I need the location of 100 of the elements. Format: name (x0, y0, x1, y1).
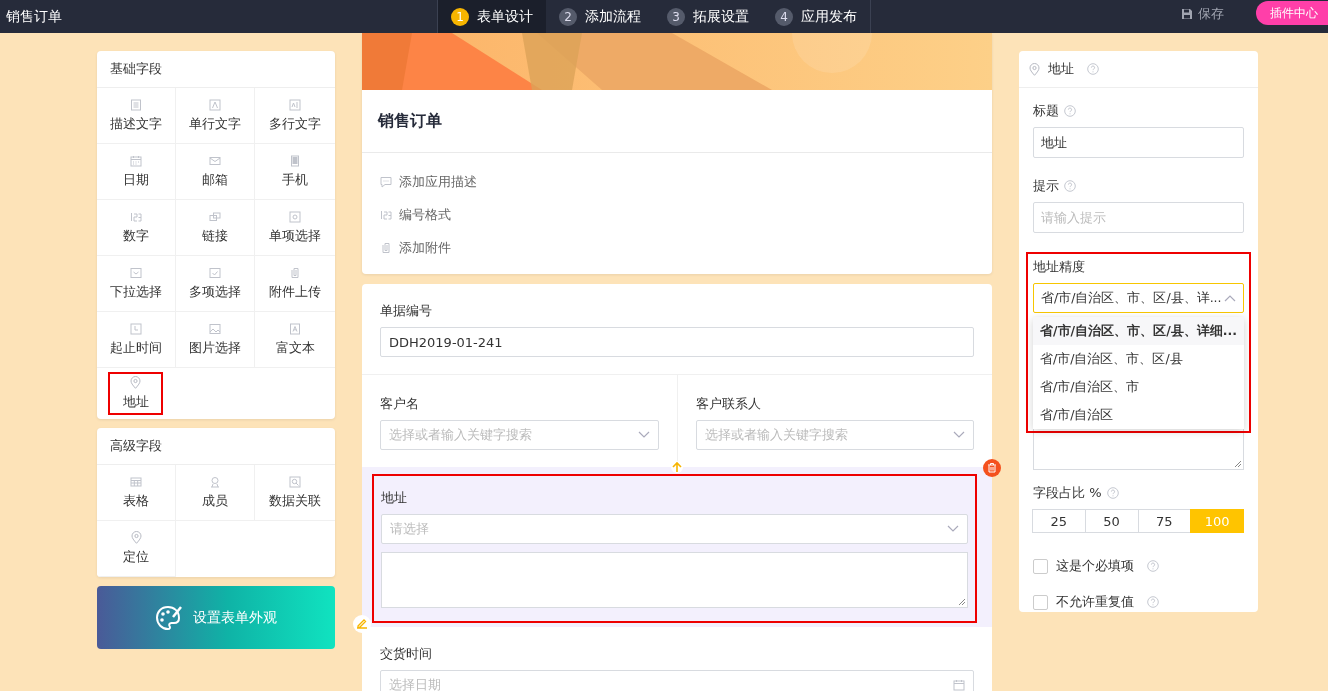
dropdown-option[interactable]: 省/市/自治区、市、区/县、详细... (1033, 317, 1244, 345)
checkbox[interactable] (1033, 558, 1048, 574)
step-tab[interactable]: 4 应用发布 (762, 0, 870, 33)
paperclip-icon (289, 266, 301, 279)
field-type-item[interactable]: 手机 (255, 144, 335, 200)
pin-icon (130, 531, 142, 544)
field-placeholder: 请选择 (390, 520, 429, 538)
dropdown-option[interactable]: 省/市/自治区 (1033, 401, 1244, 429)
field-type-item[interactable]: 富文本 (255, 312, 335, 368)
field-type-item[interactable]: 多行文字 (255, 88, 335, 144)
checkbox[interactable] (1033, 594, 1048, 610)
checkbox-label: 这是个必填项 (1056, 557, 1134, 575)
text-icon (209, 98, 221, 111)
pencil-icon[interactable] (353, 615, 371, 633)
field-type-item[interactable]: 邮箱 (176, 144, 255, 200)
table-icon (130, 475, 142, 488)
chevron-down-icon (637, 431, 650, 439)
number-icon (130, 210, 142, 223)
panel-title: 地址 (1048, 60, 1074, 78)
trash-icon[interactable] (983, 459, 1001, 477)
input-field[interactable]: DDH2019-01-241 (380, 327, 974, 357)
input-field[interactable]: 地址 (1033, 127, 1244, 158)
field-label: 客户联系人 (695, 395, 762, 413)
help-icon (1106, 487, 1119, 499)
field-value: 地址 (1041, 133, 1067, 152)
field-placeholder: 请输入提示 (1041, 208, 1106, 227)
radio-icon (289, 210, 301, 223)
save-button[interactable]: 保存 (1175, 4, 1230, 24)
text-icon (289, 322, 301, 335)
field-type-item[interactable]: 下拉选择 (97, 256, 176, 312)
form-title: 销售订单 (362, 90, 992, 153)
dropdown-icon (130, 266, 142, 279)
help-icon (1087, 63, 1099, 75)
document-icon (130, 98, 142, 111)
width-option-tab[interactable]: 50 (1084, 509, 1139, 533)
pin-icon (130, 376, 141, 389)
field-type-item[interactable]: 地址 (107, 371, 164, 416)
field-type-item[interactable]: 描述文字 (97, 88, 176, 144)
field-label: 客户名 (380, 395, 420, 413)
arrow-up-icon[interactable] (671, 461, 683, 473)
number-icon (380, 208, 392, 221)
multiline-text-icon (289, 98, 301, 111)
field-value: 省/市/自治区、市、区/县、详... (1041, 289, 1222, 307)
form-action-link[interactable]: 编号格式 (380, 198, 974, 231)
field-label: 单据编号 (380, 302, 433, 320)
field-type-item[interactable]: 起止时间 (97, 312, 176, 368)
textarea-field[interactable] (381, 552, 968, 608)
calendar-icon (953, 679, 965, 691)
help-icon (1064, 105, 1076, 117)
help-icon (1147, 596, 1159, 608)
field-type-item[interactable]: 链接 (176, 200, 255, 256)
field-type-item[interactable]: 单行文字 (176, 88, 255, 144)
person-icon (209, 475, 221, 488)
speech-bubble-icon (380, 175, 392, 188)
envelope-icon (209, 154, 221, 167)
field-value: DDH2019-01-241 (389, 334, 503, 350)
resize-handle-icon (1234, 460, 1241, 467)
field-type-item[interactable]: 成员 (176, 465, 255, 521)
dropdown-option[interactable]: 省/市/自治区、市、区/县 (1033, 345, 1244, 373)
dropdown-option[interactable]: 省/市/自治区、市 (1033, 373, 1244, 401)
help-icon (1064, 180, 1076, 192)
field-placeholder: 选择日期 (389, 676, 441, 691)
field-label: 交货时间 (380, 645, 433, 663)
step-tab[interactable]: 3 拓展设置 (654, 0, 762, 33)
field-type-item[interactable]: 多项选择 (176, 256, 255, 312)
image-icon (209, 322, 221, 335)
help-icon (1147, 560, 1159, 572)
chevron-down-icon (947, 525, 959, 533)
setting-label: 提示 (1033, 177, 1059, 195)
field-type-item[interactable]: 日期 (97, 144, 176, 200)
resize-handle-icon (958, 598, 965, 605)
step-tab[interactable]: 1 表单设计 (438, 0, 546, 33)
pin-icon (1029, 62, 1040, 76)
clock-icon (130, 322, 142, 335)
field-type-item[interactable]: 图片选择 (176, 312, 255, 368)
setting-label: 地址精度 (1033, 258, 1085, 276)
chevron-down-icon (953, 431, 965, 439)
field-type-item[interactable]: 表格 (97, 465, 176, 521)
field-type-item[interactable]: 数据关联 (255, 465, 335, 521)
step-number: 4 (775, 7, 793, 26)
checkbox-icon (209, 266, 221, 279)
form-action-link[interactable]: 添加应用描述 (380, 165, 974, 198)
selected-field-panel[interactable]: 地址 请选择 (362, 467, 992, 627)
step-number: 3 (667, 7, 685, 26)
field-type-item[interactable]: 数字 (97, 200, 176, 256)
field-type-item[interactable]: 定位 (97, 521, 176, 577)
field-type-item[interactable]: 单项选择 (255, 200, 335, 256)
phone-icon (289, 154, 301, 167)
width-option-tab[interactable]: 75 (1137, 509, 1192, 533)
select-field[interactable]: 省/市/自治区、市、区/县、详... (1033, 283, 1244, 313)
step-number: 1 (451, 7, 469, 26)
field-type-item[interactable]: 附件上传 (255, 256, 335, 312)
step-tab[interactable]: 2 添加流程 (546, 0, 654, 33)
chevron-up-icon (1224, 294, 1236, 302)
field-label: 地址 (381, 489, 408, 507)
paperclip-icon (380, 241, 392, 254)
magnifier-icon (289, 475, 301, 488)
form-action-link[interactable]: 添加附件 (380, 231, 974, 264)
calendar-icon (130, 154, 142, 167)
width-option-tab[interactable]: 25 (1032, 509, 1086, 533)
